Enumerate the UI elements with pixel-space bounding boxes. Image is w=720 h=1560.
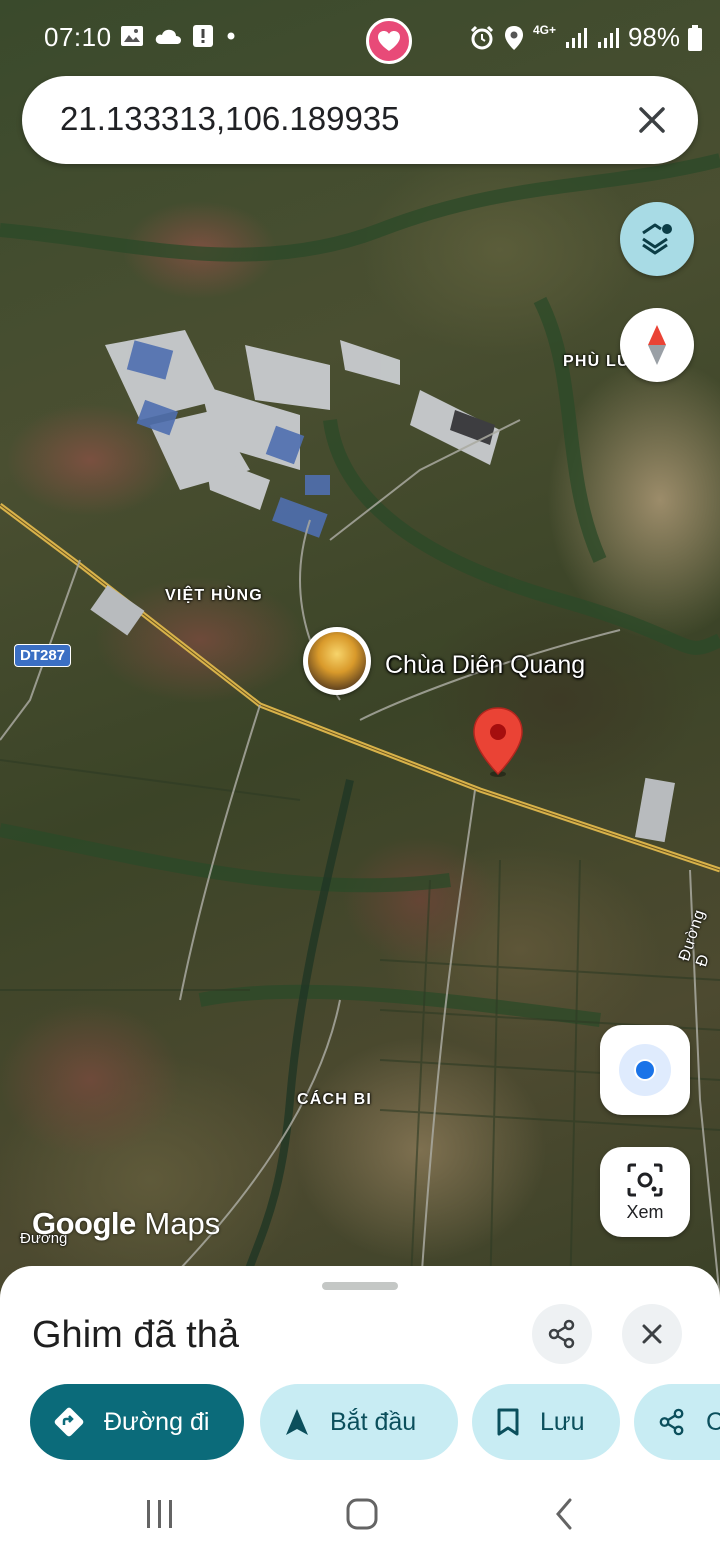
pagoda-icon [308, 632, 366, 690]
start-chip-label: Bắt đầu [330, 1407, 417, 1436]
battery-icon [688, 24, 702, 51]
share-chip-label: C [706, 1407, 720, 1436]
battery-percent: 98% [627, 22, 680, 52]
status-icons-right: 4G+ 98% [469, 22, 702, 53]
close-icon [642, 1324, 662, 1344]
share-chip[interactable]: C [634, 1384, 720, 1460]
compass-button[interactable] [620, 308, 694, 382]
share-icon [659, 1408, 684, 1436]
signal-icon-2 [597, 27, 619, 48]
save-chip-label: Lưu [540, 1407, 585, 1436]
layers-icon [642, 223, 672, 255]
google-maps-logo: Google Maps [32, 1206, 220, 1242]
network-type: 4G+ [532, 22, 556, 37]
save-chip[interactable]: Lưu [472, 1384, 620, 1460]
location-icon [504, 25, 523, 50]
start-chip[interactable]: Bắt đầu [260, 1384, 458, 1460]
navigation-icon [286, 1409, 308, 1435]
bookmark-icon [497, 1408, 519, 1436]
directions-chip-label: Đường đi [104, 1407, 210, 1436]
lens-label: Xem [626, 1201, 664, 1222]
poi-marker-pagoda[interactable] [303, 627, 371, 695]
sheet-title: Ghim đã thả [32, 1314, 239, 1356]
alert-icon [193, 25, 213, 47]
image-icon [121, 26, 143, 46]
search-query-text[interactable]: 21.133313,106.189935 [60, 100, 400, 138]
map-label-viet-hung: VIỆT HÙNG [165, 587, 263, 604]
compass-icon [648, 325, 666, 365]
heart-icon [378, 31, 400, 51]
clear-search-close-icon[interactable] [632, 100, 672, 140]
directions-icon [54, 1407, 84, 1437]
alarm-icon [470, 25, 493, 49]
share-icon [548, 1319, 575, 1349]
status-time: 07:10 [44, 22, 112, 52]
back-icon[interactable] [550, 1496, 578, 1532]
road-shield-dt287: DT287 [14, 644, 72, 667]
directions-chip[interactable]: Đường đi [30, 1384, 244, 1460]
system-navigation-bar [0, 1478, 720, 1560]
cloud-icon [155, 29, 181, 44]
google-logo-text: Google [32, 1206, 136, 1241]
close-sheet-button[interactable] [622, 1304, 682, 1364]
signal-icon [565, 27, 587, 48]
map-layers-button[interactable] [620, 202, 694, 276]
lens-view-button[interactable]: Xem [600, 1147, 690, 1237]
status-bar: 07:10 4G+ 98% [0, 0, 720, 76]
home-icon[interactable] [344, 1496, 380, 1532]
maps-logo-text: Maps [144, 1206, 221, 1241]
action-chips-row[interactable]: Đường đi Bắt đầu Lưu C [30, 1384, 720, 1460]
favorite-heart-button[interactable] [366, 18, 412, 64]
poi-name-label[interactable]: Chùa Diên Quang [385, 651, 585, 680]
map-label-cach-bi: CÁCH BI [297, 1091, 373, 1108]
my-location-button[interactable] [600, 1025, 690, 1115]
status-icons-left [120, 24, 238, 48]
share-button[interactable] [532, 1304, 592, 1364]
dot-icon [227, 32, 235, 40]
dropped-pin-icon[interactable] [470, 706, 526, 778]
map-label-phu-lu: PHÙ LỦ [563, 353, 630, 370]
my-location-icon [619, 1044, 671, 1096]
recent-apps-icon[interactable] [144, 1496, 176, 1532]
camera-lens-icon [627, 1163, 663, 1196]
search-bar[interactable]: 21.133313,106.189935 [22, 76, 698, 164]
sheet-drag-handle[interactable] [322, 1282, 398, 1290]
